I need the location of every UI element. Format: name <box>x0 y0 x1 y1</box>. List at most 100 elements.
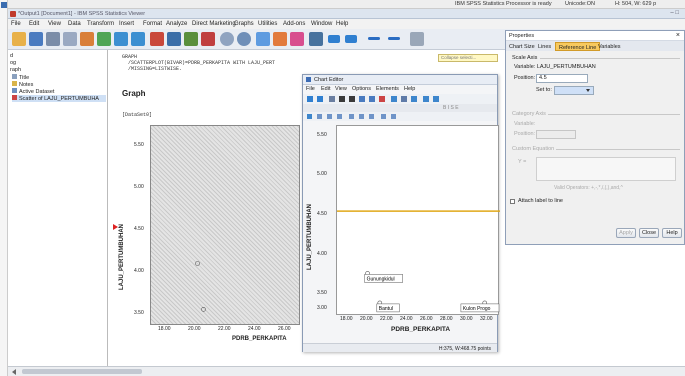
apply-button[interactable]: Apply <box>616 228 636 238</box>
ce-menu-help[interactable]: Help <box>404 86 415 92</box>
out-xtick-4: 24.00 <box>248 326 261 332</box>
menu-file[interactable]: File <box>11 21 21 27</box>
set-to-dropdown[interactable] <box>554 86 594 95</box>
ce-hilo-icon[interactable] <box>369 114 374 119</box>
nav-item-notes[interactable]: Notes <box>12 81 33 88</box>
scroll-thumb[interactable] <box>22 369 142 374</box>
ce-legend-icon[interactable] <box>391 96 397 102</box>
position-input[interactable]: 4.5 <box>536 74 588 83</box>
ce-menu-view[interactable]: View <box>335 86 347 92</box>
help-button[interactable]: Help <box>662 228 682 238</box>
chart-builder-icon[interactable] <box>201 32 215 46</box>
ce-text-icon[interactable] <box>411 96 417 102</box>
data-point[interactable] <box>195 261 200 266</box>
scroll-left-icon[interactable] <box>12 369 16 375</box>
collapse-tooltip: Collapse selecti... <box>438 54 498 62</box>
tab-chart-size[interactable]: Chart Size <box>509 44 535 50</box>
designate-window-icon[interactable] <box>237 32 251 46</box>
menu-utilities[interactable]: Utilities <box>258 21 277 27</box>
print-preview-icon[interactable] <box>63 32 77 46</box>
horizontal-scrollbar[interactable] <box>8 366 685 376</box>
select-cases-icon[interactable] <box>290 32 304 46</box>
goto-data-icon[interactable] <box>150 32 164 46</box>
expand-icon[interactable] <box>368 37 380 40</box>
split-file-icon[interactable] <box>256 32 270 46</box>
menu-view[interactable]: View <box>48 21 61 27</box>
variables-icon[interactable] <box>184 32 198 46</box>
ce-xtick-3: 22.00 <box>380 316 393 322</box>
point-label: Bantul <box>379 306 393 312</box>
ce-error-bar-icon[interactable] <box>391 114 396 119</box>
ce-undo-icon[interactable] <box>307 96 313 102</box>
collapse-icon[interactable] <box>388 37 400 40</box>
nav-item-title[interactable]: Title <box>12 74 29 81</box>
save-icon[interactable] <box>29 32 43 46</box>
ce-title-icon[interactable] <box>401 96 407 102</box>
ce-grid-icon[interactable] <box>433 96 439 102</box>
menu-transform[interactable]: Transform <box>87 21 114 27</box>
close-button[interactable]: Close <box>639 228 659 238</box>
tab-lines[interactable]: Lines <box>538 44 551 50</box>
menu-edit[interactable]: Edit <box>29 21 39 27</box>
menu-addons[interactable]: Add-ons <box>283 21 305 27</box>
menu-analyze[interactable]: Analyze <box>166 21 187 27</box>
ce-area-icon[interactable] <box>349 114 354 119</box>
nav-item-graph[interactable]: raph <box>10 67 21 73</box>
ce-reference-line-icon[interactable] <box>359 96 365 102</box>
ce-x-axis-icon[interactable] <box>339 96 345 102</box>
ce-pie-icon[interactable] <box>359 114 364 119</box>
ce-menu-edit[interactable]: Edit <box>321 86 330 92</box>
ce-menu-options[interactable]: Options <box>352 86 371 92</box>
attach-label-checkbox[interactable] <box>510 199 515 204</box>
chart-editor-plot-area[interactable]: Gunungkidul Bantul Kulon Progo <box>336 125 500 315</box>
goto-case-icon[interactable] <box>167 32 181 46</box>
ce-y-axis-icon[interactable] <box>349 96 355 102</box>
ce-menu-file[interactable]: File <box>306 86 315 92</box>
ce-redo-icon[interactable] <box>317 96 323 102</box>
ce-menu-elements[interactable]: Elements <box>376 86 399 92</box>
menu-direct-marketing[interactable]: Direct Marketing <box>192 21 236 27</box>
ce-frame-icon[interactable] <box>423 96 429 102</box>
output-scatter-plot[interactable] <box>150 125 300 325</box>
demote-right-icon[interactable] <box>345 35 357 43</box>
insert-output-icon[interactable] <box>309 32 323 46</box>
ce-line-icon[interactable] <box>337 114 342 119</box>
ce-scatter-icon[interactable] <box>317 114 322 119</box>
redo-icon[interactable] <box>131 32 145 46</box>
promote-left-icon[interactable] <box>328 35 340 43</box>
show-icon[interactable] <box>410 32 424 46</box>
nav-item-scatter[interactable]: Scatter of LAJU_PERTUMBUHA <box>12 95 106 102</box>
data-point[interactable] <box>201 307 206 312</box>
ce-fit-line-icon[interactable] <box>369 96 375 102</box>
tab-reference-line[interactable]: Reference Line <box>555 42 601 51</box>
menu-graphs[interactable]: Graphs <box>234 21 254 27</box>
ce-status-bar: H:375, W:468.75 points <box>303 343 497 352</box>
nav-item-active-dataset[interactable]: Active Dataset <box>12 88 54 95</box>
nav-item-output[interactable]: d <box>10 53 13 59</box>
properties-close-icon[interactable]: × <box>676 32 680 39</box>
menu-insert[interactable]: Insert <box>119 21 134 27</box>
menu-data[interactable]: Data <box>68 21 81 27</box>
open-icon[interactable] <box>12 32 26 46</box>
ce-properties-icon[interactable] <box>329 96 335 102</box>
print-icon[interactable] <box>46 32 60 46</box>
ce-x-ticks: 18.00 20.00 22.00 24.00 26.00 28.00 30.0… <box>336 316 499 324</box>
export-icon[interactable] <box>80 32 94 46</box>
window-controls[interactable]: – □ <box>670 10 679 16</box>
ce-xtick-1: 18.00 <box>340 316 353 322</box>
undo-icon[interactable] <box>114 32 128 46</box>
weight-cases-icon[interactable] <box>273 32 287 46</box>
ce-select-icon[interactable] <box>307 114 312 119</box>
menu-window[interactable]: Window <box>311 21 332 27</box>
font-style-buttons[interactable]: B I S E <box>443 105 459 111</box>
ce-bar-icon[interactable] <box>327 114 332 119</box>
menu-format[interactable]: Format <box>143 21 162 27</box>
ce-data-label-icon[interactable] <box>379 96 385 102</box>
find-icon[interactable] <box>220 32 234 46</box>
dropdown-arrow-icon <box>586 89 590 92</box>
nav-item-log[interactable]: og <box>10 60 16 66</box>
menu-help[interactable]: Help <box>336 21 348 27</box>
ce-box-icon[interactable] <box>381 114 386 119</box>
recall-dialog-icon[interactable] <box>97 32 111 46</box>
tab-variables[interactable]: Variables <box>598 44 621 50</box>
